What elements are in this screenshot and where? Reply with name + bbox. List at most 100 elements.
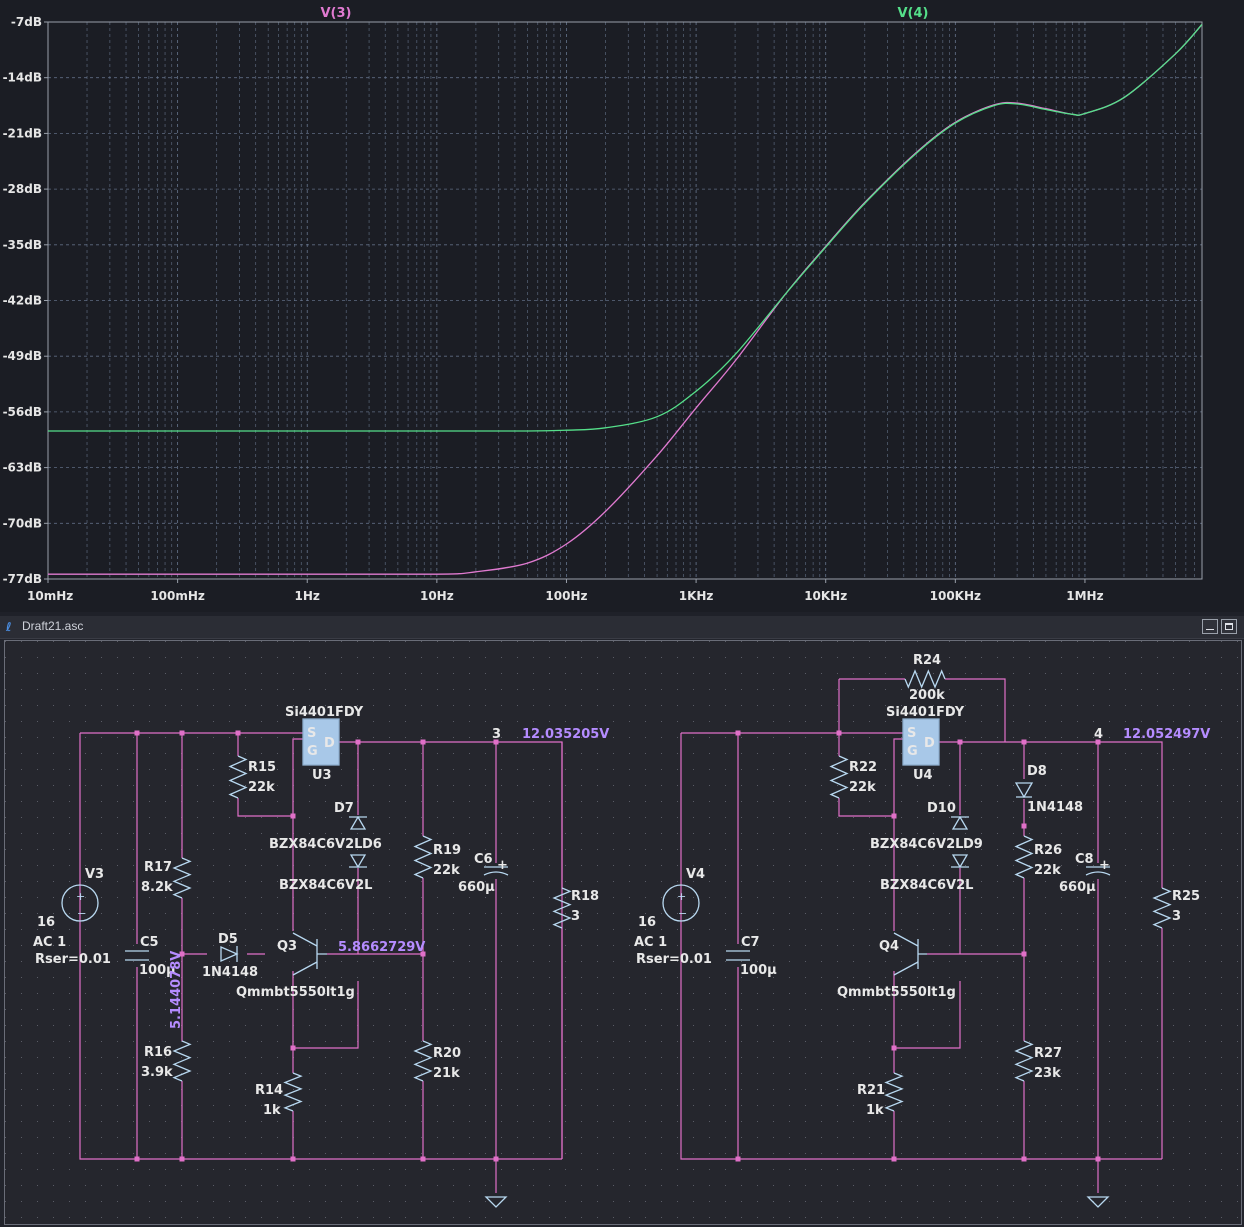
v4-label[interactable]: V4 (686, 867, 705, 882)
d5-label[interactable]: D5 (218, 932, 238, 947)
d9-label[interactable]: D9 (963, 837, 983, 852)
v4-value[interactable]: 16 (638, 915, 656, 930)
c6-label[interactable]: C6 (474, 852, 493, 867)
r24-value[interactable]: 200k (909, 688, 945, 703)
schematic-titlebar[interactable]: ℓ Draft21.asc (0, 616, 1244, 639)
r19-label[interactable]: R19 (433, 843, 461, 858)
node-dot (493, 1156, 499, 1162)
r24-label[interactable]: R24 (913, 653, 941, 668)
node-dot (1095, 1156, 1101, 1162)
node-dot (891, 1156, 897, 1162)
y-tick-label: -70dB (3, 516, 42, 530)
u4-pin-g: G (907, 744, 918, 759)
trace-v3 (48, 23, 1203, 576)
d8-value[interactable]: 1N4148 (1027, 800, 1083, 815)
node-dot (1021, 951, 1027, 957)
r18-label[interactable]: R18 (571, 889, 599, 904)
q3-label[interactable]: Q3 (277, 939, 297, 954)
r17-label[interactable]: R17 (144, 860, 172, 875)
c8-label[interactable]: C8 (1075, 852, 1094, 867)
u3-ref-label[interactable]: U3 (312, 768, 332, 783)
r26-value[interactable]: 22k (1034, 863, 1061, 878)
v4-ac[interactable]: AC 1 (634, 935, 667, 950)
divider-voltage[interactable]: 5.144078V (169, 951, 184, 1029)
schematic-window[interactable]: ℓ Draft21.asc S G D S G D Si4401FDY U3 R… (0, 616, 1244, 1227)
r15-label[interactable]: R15 (248, 760, 276, 775)
window-title: Draft21.asc (22, 619, 84, 633)
y-tick-label: -77dB (3, 572, 42, 586)
x-axis-ticks: 10mHz 100mHz 1Hz 10Hz 100Hz 1KHz 10KHz 100KHz 1M… (27, 579, 1104, 603)
u4-part-label[interactable]: Si4401FDY (886, 705, 965, 720)
net3-voltage[interactable]: 12.035205V (522, 727, 609, 742)
q3-emitter-voltage[interactable]: 5.8662729V (338, 940, 425, 955)
c7-value[interactable]: 100µ (740, 963, 777, 978)
r20-value[interactable]: 21k (433, 1066, 460, 1081)
net4-voltage[interactable]: 12.052497V (1123, 727, 1210, 742)
c7-label[interactable]: C7 (741, 935, 760, 950)
q4-label[interactable]: Q4 (879, 939, 899, 954)
node-dot (836, 730, 842, 736)
r22-label[interactable]: R22 (849, 760, 877, 775)
v3-label[interactable]: V3 (85, 867, 104, 882)
r17-value[interactable]: 8.2k (141, 880, 173, 895)
net3-label[interactable]: 3 (492, 727, 501, 742)
node-dot (290, 1156, 296, 1162)
d6-label[interactable]: D6 (362, 837, 382, 852)
d5-value[interactable]: 1N4148 (202, 965, 258, 980)
x-tick-label: 1MHz (1066, 589, 1103, 603)
r21-value[interactable]: 1k (866, 1103, 884, 1118)
node-dot (1021, 739, 1027, 745)
u4-ref-label[interactable]: U4 (913, 768, 933, 783)
v4-rser[interactable]: Rser=0.01 (636, 952, 712, 967)
minimize-button[interactable] (1202, 619, 1218, 634)
x-tick-label: 1Hz (295, 589, 320, 603)
d10-value[interactable]: BZX84C6V2L (880, 878, 973, 893)
schematic-canvas[interactable]: S G D S G D Si4401FDY U3 R15 22k R17 8.2… (4, 640, 1242, 1225)
x-tick-label: 100Hz (545, 589, 587, 603)
r20-label[interactable]: R20 (433, 1046, 461, 1061)
c8-value[interactable]: 660µ (1059, 880, 1096, 895)
r21-label[interactable]: R21 (857, 1083, 885, 1098)
v3-rser[interactable]: Rser=0.01 (35, 952, 111, 967)
node-dot (1021, 823, 1027, 829)
net4-label[interactable]: 4 (1094, 727, 1103, 742)
c5-label[interactable]: C5 (140, 935, 159, 950)
v4-plus: + (677, 890, 686, 903)
trace-v4 (48, 23, 1203, 432)
q4-value[interactable]: Qmmbt5550lt1g (837, 985, 956, 1000)
waveform-plot-pane[interactable]: -7dB -14dB -21dB -28dB -35dB -42dB -49dB -56dB -… (0, 0, 1244, 612)
d9-value[interactable]: BZX84C6V2L (870, 837, 963, 852)
r16-label[interactable]: R16 (144, 1045, 172, 1060)
trace-label-v3[interactable]: V(3) (321, 6, 352, 21)
r25-label[interactable]: R25 (1172, 889, 1200, 904)
d8-label[interactable]: D8 (1027, 764, 1047, 779)
v3-value[interactable]: 16 (37, 915, 55, 930)
r27-value[interactable]: 23k (1034, 1066, 1061, 1081)
r22-value[interactable]: 22k (849, 780, 876, 795)
u3-part-label[interactable]: Si4401FDY (285, 705, 364, 720)
d7-label[interactable]: D7 (334, 801, 354, 816)
node-dot (891, 1045, 897, 1051)
r14-label[interactable]: R14 (255, 1083, 283, 1098)
x-tick-label: 10KHz (804, 589, 847, 603)
r26-label[interactable]: R26 (1034, 843, 1062, 858)
r27-label[interactable]: R27 (1034, 1046, 1062, 1061)
v3-ac[interactable]: AC 1 (33, 935, 66, 950)
d7-value[interactable]: BZX84C6V2L (279, 878, 372, 893)
trace-label-v4[interactable]: V(4) (898, 6, 929, 21)
d6-value[interactable]: BZX84C6V2L (269, 837, 362, 852)
q3-value[interactable]: Qmmbt5550lt1g (236, 985, 355, 1000)
node-dot (957, 739, 963, 745)
y-tick-label: -56dB (3, 405, 42, 419)
d10-label[interactable]: D10 (927, 801, 956, 816)
r16-value[interactable]: 3.9k (141, 1065, 173, 1080)
r15-value[interactable]: 22k (248, 780, 275, 795)
r19-value[interactable]: 22k (433, 863, 460, 878)
r14-value[interactable]: 1k (263, 1103, 281, 1118)
node-dot (420, 1156, 426, 1162)
r25-value[interactable]: 3 (1172, 909, 1181, 924)
node-dot (735, 1156, 741, 1162)
maximize-button[interactable] (1221, 619, 1237, 634)
c6-value[interactable]: 660µ (458, 880, 495, 895)
r18-value[interactable]: 3 (571, 909, 580, 924)
